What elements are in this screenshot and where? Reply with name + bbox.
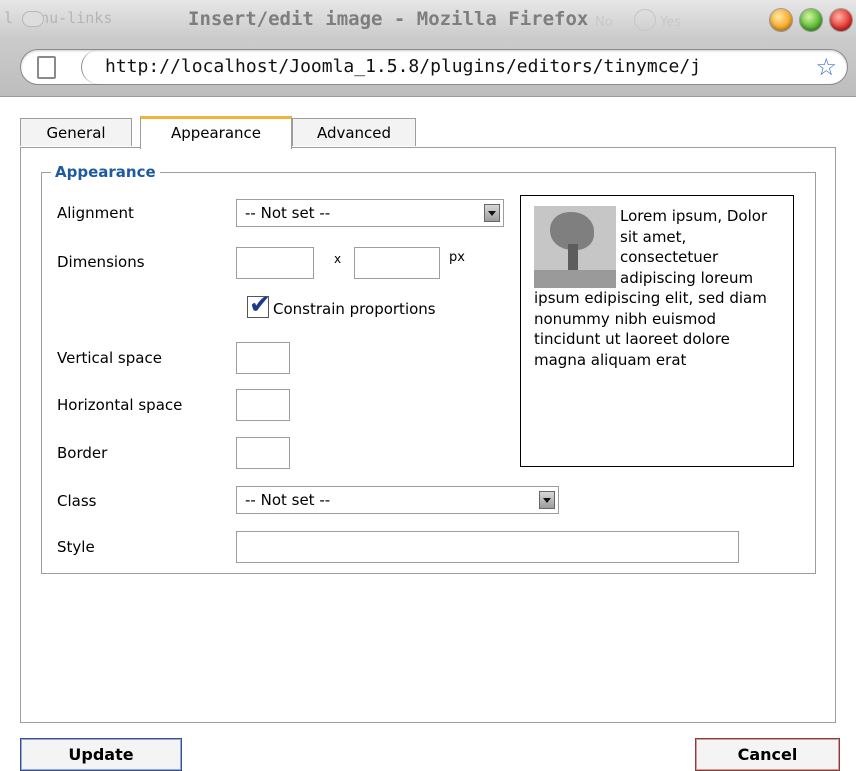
appearance-panel: Appearance Alignment -- Not set -- Dimen… — [20, 147, 836, 723]
checkmark-icon: ✔ — [249, 290, 271, 320]
url-text[interactable]: http://localhost/Joomla_1.5.8/plugins/ed… — [105, 56, 815, 77]
background-yes-label: Yes — [660, 15, 681, 30]
url-field[interactable]: http://localhost/Joomla_1.5.8/plugins/ed… — [20, 49, 848, 85]
border-label: Border — [57, 444, 108, 462]
style-input[interactable] — [236, 531, 739, 563]
background-radio-icon — [634, 9, 656, 31]
tab-appearance[interactable]: Appearance — [140, 116, 292, 149]
class-dropdown-icon[interactable] — [539, 491, 555, 509]
dimensions-label: Dimensions — [57, 253, 145, 271]
dimensions-unit-label: px — [449, 250, 465, 265]
alignment-select[interactable]: -- Not set -- — [236, 199, 504, 227]
tab-general[interactable]: General — [20, 118, 132, 146]
horizontal-space-label: Horizontal space — [57, 396, 183, 414]
maximize-button[interactable] — [800, 9, 822, 31]
page-icon[interactable] — [37, 56, 56, 79]
image-preview: Lorem ipsum, Dolor sit amet, consectetue… — [520, 195, 794, 467]
dimensions-x-label: x — [334, 252, 342, 266]
window-title: Insert/edit image - Mozilla Firefox — [188, 8, 589, 30]
vertical-space-input[interactable] — [236, 342, 290, 374]
class-select[interactable]: -- Not set -- — [236, 486, 559, 514]
alignment-value: -- Not set -- — [245, 204, 331, 222]
close-button[interactable] — [830, 9, 852, 31]
background-no-label: No — [595, 15, 613, 30]
constrain-proportions-checkbox[interactable]: ✔ — [247, 290, 271, 320]
vertical-space-label: Vertical space — [57, 349, 162, 367]
class-label: Class — [57, 492, 97, 510]
url-separator — [81, 50, 100, 84]
window-titlebar: l menu-links Insert/edit image - Mozilla… — [0, 0, 856, 40]
width-input[interactable] — [236, 247, 314, 279]
tab-advanced[interactable]: Advanced — [292, 118, 416, 146]
url-toolbar: http://localhost/Joomla_1.5.8/plugins/ed… — [0, 40, 856, 97]
cancel-button[interactable]: Cancel — [695, 738, 840, 771]
minimize-button[interactable] — [770, 9, 792, 31]
horizontal-space-input[interactable] — [236, 389, 290, 421]
alignment-label: Alignment — [57, 204, 134, 222]
class-value: -- Not set -- — [245, 491, 331, 509]
alignment-dropdown-icon[interactable] — [484, 204, 500, 222]
height-input[interactable] — [354, 247, 440, 279]
background-menu-links-text: l menu-links — [4, 9, 113, 27]
style-label: Style — [57, 538, 95, 556]
border-input[interactable] — [236, 437, 290, 469]
update-button[interactable]: Update — [20, 738, 182, 771]
background-toggle-icon — [22, 11, 44, 27]
appearance-legend: Appearance — [55, 163, 156, 181]
tree-image-icon — [534, 206, 616, 288]
constrain-proportions-label: Constrain proportions — [273, 300, 436, 318]
bookmark-star-icon[interactable]: ☆ — [815, 53, 837, 81]
